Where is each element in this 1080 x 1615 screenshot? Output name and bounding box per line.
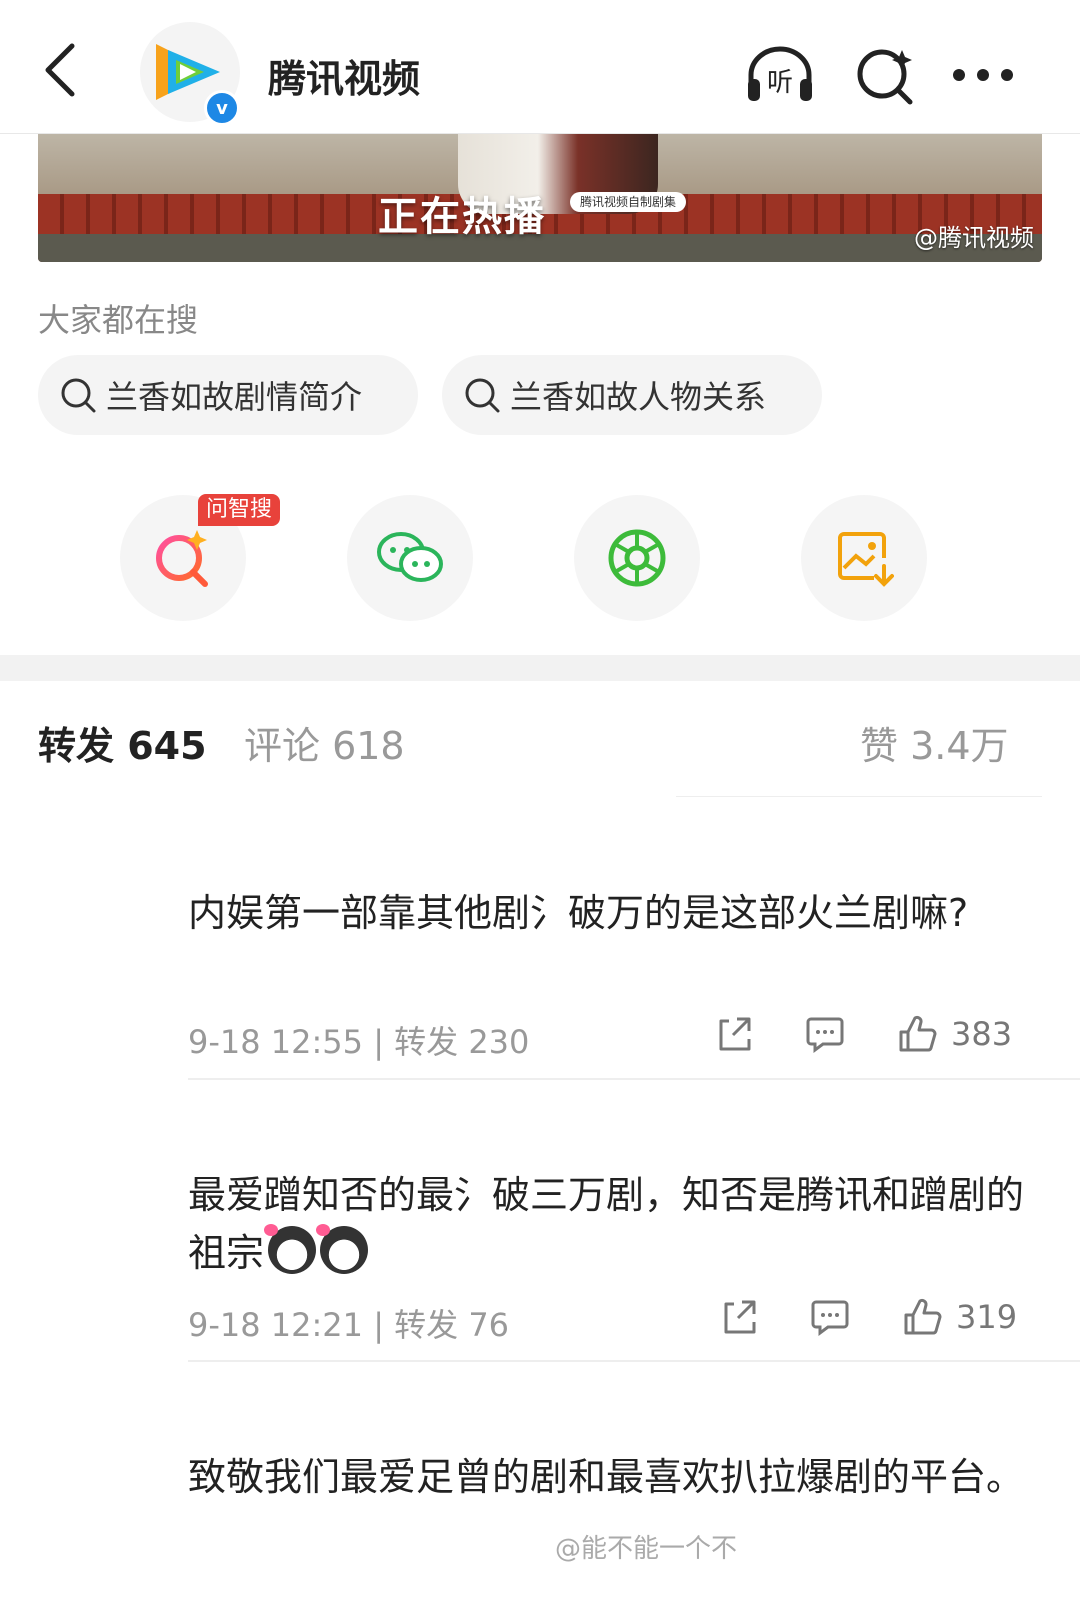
share-icon (724, 1300, 756, 1334)
listen-button[interactable]: 听 (745, 40, 815, 110)
back-button[interactable] (30, 40, 90, 100)
comment-icon (806, 1017, 844, 1053)
thumbs-up-icon (899, 1015, 937, 1052)
search-icon (857, 49, 913, 105)
comment-text: 致敬我们最爱足曾的剧和最喜欢扒拉爆剧的平台。 (188, 1455, 1025, 1499)
page-title: 腾讯视频 (268, 57, 421, 101)
banner-headline: 正在热播 (378, 194, 546, 240)
listen-label: 听 (767, 68, 793, 98)
top-bar: v 腾讯视频 听 (0, 0, 1080, 134)
search-chip-label: 兰香如故人物关系 (510, 378, 767, 416)
comment-icon (811, 1300, 849, 1336)
tab-repost[interactable]: 转发 645 (38, 715, 207, 770)
wechat-share-button[interactable] (347, 495, 473, 621)
comment-button[interactable] (805, 1015, 845, 1053)
like-count: 383 (951, 1015, 1013, 1053)
tab-like[interactable]: 赞 3.4万 (860, 715, 1009, 770)
save-image-icon (838, 532, 894, 587)
tabs-divider (676, 796, 1042, 797)
comment-text: 内娱第一部靠其他剧氵破万的是这部火兰剧嘛? (188, 891, 969, 935)
promo-banner[interactable]: 正在热播 腾讯视频自制剧集 @腾讯视频 (38, 134, 1042, 262)
banner-watermark: @腾讯视频 (914, 224, 1034, 252)
account-avatar[interactable]: v (140, 22, 240, 126)
comment-divider (188, 1360, 1080, 1362)
headphones-icon: 听 (748, 46, 812, 101)
moments-share-button[interactable] (574, 495, 700, 621)
moments-icon (608, 529, 666, 587)
cat-emoji-icon (316, 1224, 369, 1274)
like-button[interactable]: 383 (897, 1014, 1012, 1054)
banner-tag: 腾讯视频自制剧集 (570, 192, 687, 212)
search-button[interactable] (850, 40, 920, 110)
trending-search-label: 大家都在搜 (38, 301, 199, 339)
comment-meta: 9-18 12:21 | 转发 76 (188, 1306, 510, 1344)
search-chip-label: 兰香如故剧情简介 (106, 378, 363, 416)
image-watermark: @能不能一个不 (555, 1534, 738, 1564)
ai-search-badge: 问智搜 (198, 494, 281, 526)
comment-button[interactable] (810, 1298, 850, 1336)
like-count: 319 (956, 1298, 1018, 1336)
repost-button[interactable] (720, 1298, 760, 1336)
more-button[interactable] (948, 40, 1018, 110)
comment-text: 最爱蹭知否的最氵破三万剧，知否是腾讯和蹭剧的祖宗 (188, 1166, 1028, 1282)
verified-badge: v (204, 90, 240, 126)
comment-divider (188, 1078, 1080, 1080)
cat-emoji-icon (264, 1224, 317, 1274)
tab-comment[interactable]: 评论 618 (244, 715, 405, 770)
search-icon (462, 375, 502, 415)
save-image-button[interactable] (801, 495, 927, 621)
search-chip-1[interactable]: 兰香如故剧情简介 (38, 355, 418, 435)
thumbs-up-icon (904, 1298, 942, 1335)
more-icon (953, 69, 1013, 81)
chevron-left-icon (45, 43, 75, 97)
search-chip-2[interactable]: 兰香如故人物关系 (442, 355, 822, 435)
search-icon (58, 375, 98, 415)
comment-meta: 9-18 12:55 | 转发 230 (188, 1023, 530, 1061)
share-icon (719, 1017, 751, 1051)
section-divider (0, 655, 1080, 681)
ai-search-icon (156, 530, 208, 587)
wechat-icon (377, 532, 443, 582)
repost-button[interactable] (715, 1015, 755, 1053)
like-button[interactable]: 319 (902, 1297, 1017, 1337)
